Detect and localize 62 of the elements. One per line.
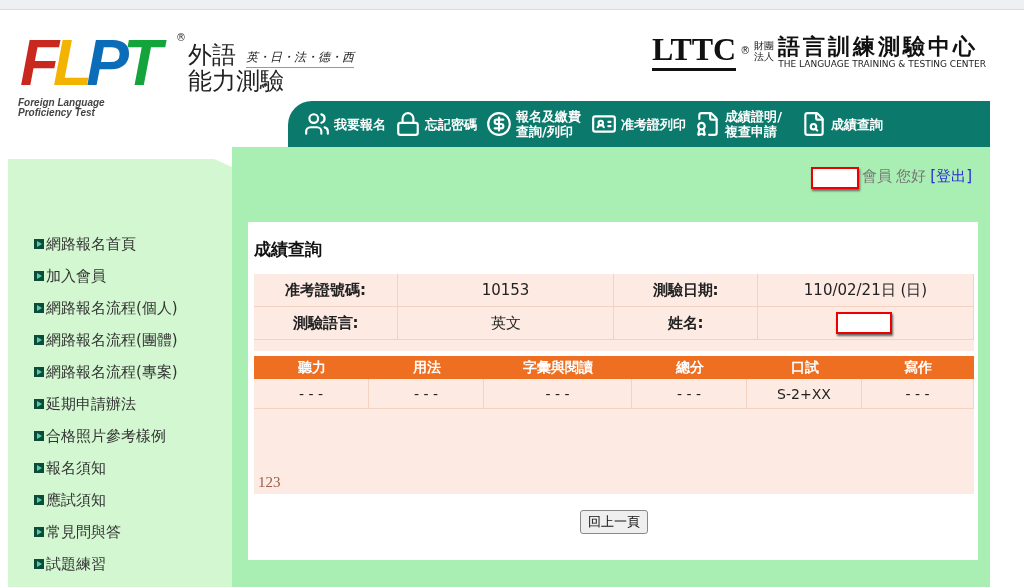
lock-icon [395, 111, 421, 137]
bullet-icon [34, 527, 44, 537]
field-label: 測驗日期: [614, 274, 758, 307]
field-value: 110/02/21日 (日) [758, 274, 974, 307]
bullet-icon [34, 367, 44, 377]
sidebar-link[interactable]: 網路報名首頁 [34, 233, 232, 255]
sidebar-link[interactable]: 網路報名流程(個人) [34, 297, 232, 319]
field-value: 10153 [398, 274, 614, 307]
logo-subtitle: Proficiency Test [18, 108, 95, 118]
column-header: 總分 [674, 357, 705, 377]
column-header: 字彙與閱讀 [522, 357, 594, 377]
nav-link[interactable]: 報名及繳費查詢/列印 [486, 109, 583, 139]
sidebar-link[interactable]: 試題練習 [34, 553, 232, 575]
column-header: 用法 [411, 357, 442, 377]
bullet-icon [34, 431, 44, 441]
sidebar-link[interactable]: 報名須知 [34, 457, 232, 479]
partner-name: 語言訓練測驗中心 [778, 32, 980, 59]
sidebar-link[interactable]: 加入會員 [34, 265, 232, 287]
logo-title: 外語 [187, 42, 236, 68]
bullet-icon [34, 463, 44, 473]
bullet-icon [34, 271, 44, 281]
nav-link[interactable]: 我要報名 [304, 111, 386, 137]
bullet-icon [34, 495, 44, 505]
logo-subtitle: Foreign Language [18, 98, 106, 108]
sidebar-link[interactable]: 網路報名流程(專案) [34, 361, 232, 383]
sidebar-link[interactable]: 應試須知 [34, 489, 232, 511]
bullet-icon [34, 559, 44, 569]
field-value: 英文 [398, 307, 614, 340]
bullet-icon [34, 335, 44, 345]
nav-link[interactable]: 准考證列印 [591, 111, 687, 137]
redaction-box [810, 167, 859, 189]
logo-title: 能力測驗 [187, 68, 284, 94]
back-button[interactable]: 回上一頁 [580, 510, 648, 534]
bullet-icon [34, 239, 44, 249]
sidebar-link[interactable]: 合格照片參考樣例 [34, 425, 232, 447]
nav-link[interactable]: 成績證明/複查申請 [695, 109, 792, 139]
field-label: 准考證號碼: [254, 274, 398, 307]
column-header: 寫作 [903, 357, 933, 377]
logout-link[interactable]: [登出] [930, 167, 972, 186]
partner-english-name: THE LANGUAGE TRAINING & TESTING CENTER [778, 58, 986, 69]
logo-mark: FLPT [18, 28, 166, 98]
logo-languages: 英・日・法・德・西 [245, 49, 354, 68]
sidebar-link[interactable]: 常見問與答 [34, 521, 232, 543]
sidebar-link[interactable]: 延期申請辦法 [34, 393, 232, 415]
column-header: 聽力 [296, 357, 327, 377]
people-icon [304, 111, 330, 137]
greeting-text: 會員 您好 [861, 167, 927, 186]
page-title: 成績查詢 [254, 238, 323, 261]
column-header: 口試 [789, 357, 820, 377]
registered-mark: ® [175, 32, 186, 43]
bullet-icon [34, 399, 44, 409]
note-text: 123 [258, 474, 281, 491]
partner-logo-mark: LTTC [652, 30, 737, 71]
registered-mark: ® [740, 45, 751, 56]
field-label: 測驗語言: [254, 307, 398, 340]
field-label: 姓名: [614, 307, 758, 340]
dollar-icon [486, 111, 512, 137]
bullet-icon [34, 303, 44, 313]
nav-link[interactable]: 忘記密碼 [395, 111, 477, 137]
org-type: 財團法人 [754, 39, 775, 62]
nav-link[interactable]: 成績查詢 [800, 111, 883, 137]
sidebar-link[interactable]: 網路報名流程(團體) [34, 329, 232, 351]
